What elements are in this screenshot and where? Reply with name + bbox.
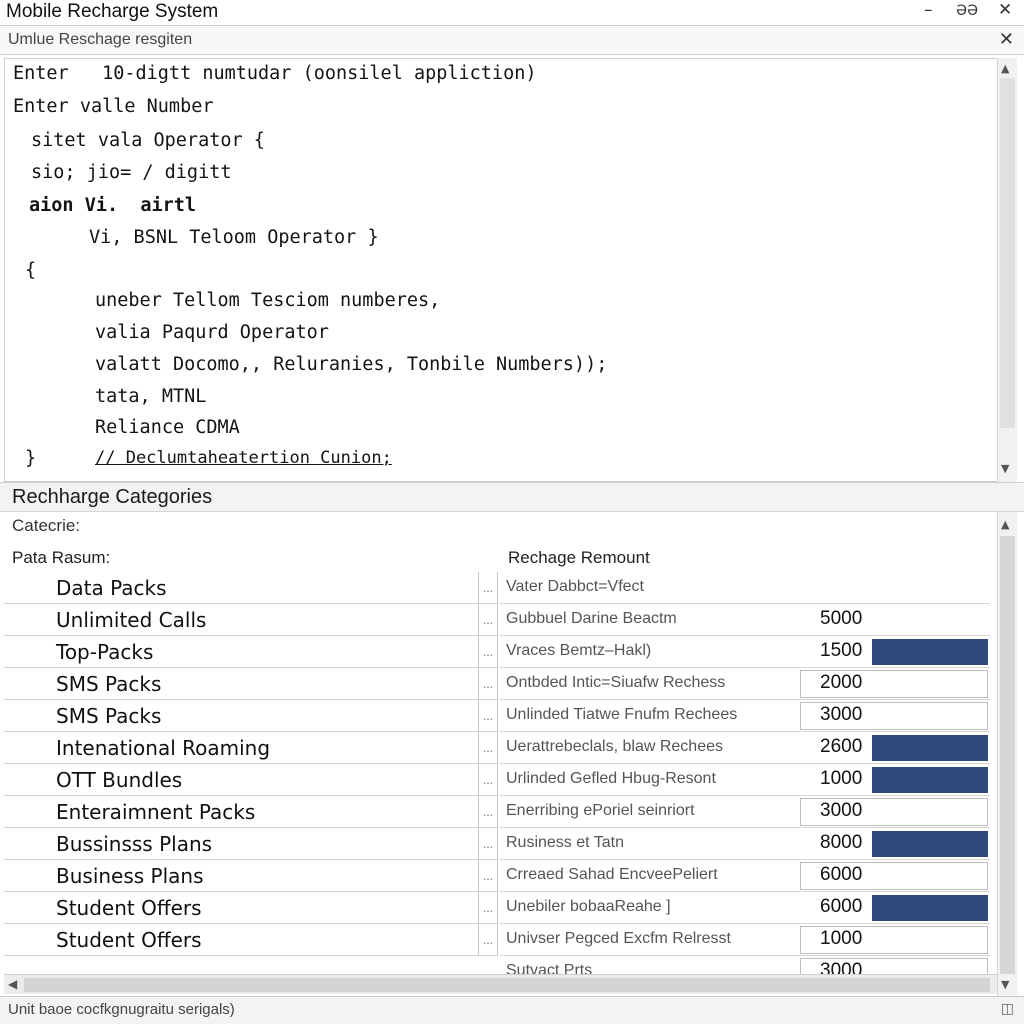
recharge-amount: 2600 — [820, 736, 863, 757]
code-line: Enter valle Number — [13, 96, 214, 117]
scroll-down-icon[interactable]: ▼ — [1001, 462, 1009, 475]
table-row[interactable]: Crreaed Sahad EncveePeliert 6000 — [500, 860, 990, 892]
code-line: { — [25, 260, 37, 281]
amount-indicator — [872, 639, 988, 665]
recharge-amount: 3000 — [820, 704, 863, 725]
amount-indicator — [872, 735, 988, 761]
scrollbar-thumb[interactable] — [24, 978, 990, 992]
restore-button[interactable]: ƏƏ — [956, 3, 978, 19]
code-line: Reliance CDMA — [95, 417, 240, 438]
amount-description: Vater Dabbct=Vfect — [506, 578, 644, 595]
recharge-amount: 6000 — [820, 864, 863, 885]
table-row[interactable]: Unlinded Tiatwe Fnufm Rechees 3000 — [500, 700, 990, 732]
column-header-right: Rechage Remount — [508, 548, 650, 567]
amount-description: Rusiness et Tatn — [506, 834, 624, 851]
table-row[interactable]: Rusiness et Tatn 8000 — [500, 828, 990, 860]
resize-grip-icon[interactable]: ◫ — [1001, 1001, 1014, 1017]
window-titlebar: Mobile Recharge System – ƏƏ ✕ — [0, 0, 1024, 26]
amount-indicator — [872, 895, 988, 921]
code-line: Enter 10-digtt numtudar (oonsilel applic… — [13, 63, 537, 84]
amount-description: Ontbded Intic=Siuafw Rechess — [506, 674, 726, 691]
panel-close-button[interactable]: ✕ — [999, 29, 1014, 50]
editor-scrollbar[interactable]: ▲ ▼ — [997, 58, 1017, 482]
amount-indicator — [872, 767, 988, 793]
amount-description: Enerribing ePoriel seinriort — [506, 802, 695, 819]
code-line: aion Vi. airtl — [29, 195, 197, 216]
table-row[interactable]: Gubbuel Darine Beactm 5000 — [500, 604, 990, 636]
panel-title: Umlue Reschage resgiten — [8, 31, 193, 48]
list-scrollbar[interactable]: ▲ ▼ — [997, 512, 1017, 996]
code-line: tata, MTNL — [95, 386, 207, 407]
close-button[interactable]: ✕ — [998, 0, 1012, 20]
recharge-amount: 3000 — [820, 800, 863, 821]
column-header-left: Pata Rasum: — [12, 548, 111, 567]
recharge-amount: 2000 — [820, 672, 863, 693]
code-editor[interactable]: Enter 10-digtt numtudar (oonsilel applic… — [4, 58, 998, 482]
code-line: sio; jio= / digitt — [31, 162, 232, 183]
scroll-up-icon[interactable]: ▲ — [1001, 62, 1009, 75]
panel-header: Umlue Reschage resgiten ✕ — [0, 27, 1024, 55]
code-line: sitet vala Operator { — [31, 130, 265, 151]
scrollbar-thumb[interactable] — [1000, 78, 1015, 428]
recharge-amount: 1000 — [820, 768, 863, 789]
amount-list: Vater Dabbct=Vfect Gubbuel Darine Beactm 5… — [4, 572, 998, 974]
table-row[interactable]: Unebiler bobaaReahe ] 6000 — [500, 892, 990, 924]
table-row[interactable]: Urlinded Gefled Hbug-Resont 1000 — [500, 764, 990, 796]
recharge-amount: 6000 — [820, 896, 863, 917]
status-text: Unit baoe cocfkgnugraitu serigals) — [8, 1001, 235, 1018]
amount-indicator — [872, 831, 988, 857]
table-row[interactable]: Enerribing ePoriel seinriort 3000 — [500, 796, 990, 828]
amount-description: Vraces Bemtz–Hakl) — [506, 642, 652, 659]
code-line: Vi, BSNL Teloom Operator } — [89, 227, 379, 248]
amount-description: Crreaed Sahad EncveePeliert — [506, 866, 718, 883]
code-line: valatt Docomo,, Reluranies, Tonbile Numb… — [95, 354, 608, 375]
table-row[interactable]: Uerattrebeclals, blaw Rechees 2600 — [500, 732, 990, 764]
amount-description: Unebiler bobaaReahe ] — [506, 898, 671, 915]
code-line: valia Paqurd Operator — [95, 322, 329, 343]
recharge-amount: 1000 — [820, 928, 863, 949]
recharge-amount: 1500 — [820, 640, 863, 661]
minimize-button[interactable]: – — [924, 0, 933, 20]
categories-label: Catecrie: — [12, 516, 81, 535]
amount-description: Unlinded Tiatwe Fnufm Rechees — [506, 706, 738, 723]
code-line: uneber Tellom Tesciom numberes, — [95, 290, 441, 311]
section-title: Rechharge Categories — [12, 486, 213, 508]
scroll-up-icon[interactable]: ▲ — [1001, 518, 1009, 531]
code-line: } — [25, 448, 37, 469]
recharge-amount: 5000 — [820, 608, 863, 629]
table-row[interactable]: Ontbded Intic=Siuafw Rechess 2000 — [500, 668, 990, 700]
code-line: // Declumtaheatertion Cunion; — [95, 448, 392, 468]
table-row[interactable]: Vraces Bemtz–Hakl) 1500 — [500, 636, 990, 668]
table-row[interactable]: Univser Pegced Excfm Relresst 1000 — [500, 924, 990, 956]
amount-description: Univser Pegced Excfm Relresst — [506, 930, 731, 947]
amount-description: Uerattrebeclals, blaw Rechees — [506, 738, 723, 755]
scroll-down-icon[interactable]: ▼ — [1001, 978, 1009, 991]
table-row[interactable]: Sutvact Prts 3000 — [500, 956, 990, 974]
window-title: Mobile Recharge System — [6, 1, 219, 22]
amount-description: Gubbuel Darine Beactm — [506, 610, 677, 627]
amount-description: Urlinded Gefled Hbug-Resont — [506, 770, 716, 787]
status-bar: Unit baoe cocfkgnugraitu serigals) ◫ — [0, 996, 1024, 1024]
table-row[interactable]: Vater Dabbct=Vfect — [500, 572, 990, 604]
section-header: Rechharge Categories — [0, 482, 1024, 512]
recharge-amount: 8000 — [820, 832, 863, 853]
recharge-amount: 3000 — [820, 960, 863, 974]
amount-description: Sutvact Prts — [506, 962, 593, 974]
scrollbar-thumb[interactable] — [1000, 536, 1015, 974]
horizontal-scrollbar[interactable]: ◀ — [4, 974, 998, 994]
scroll-left-icon[interactable]: ◀ — [8, 977, 17, 991]
